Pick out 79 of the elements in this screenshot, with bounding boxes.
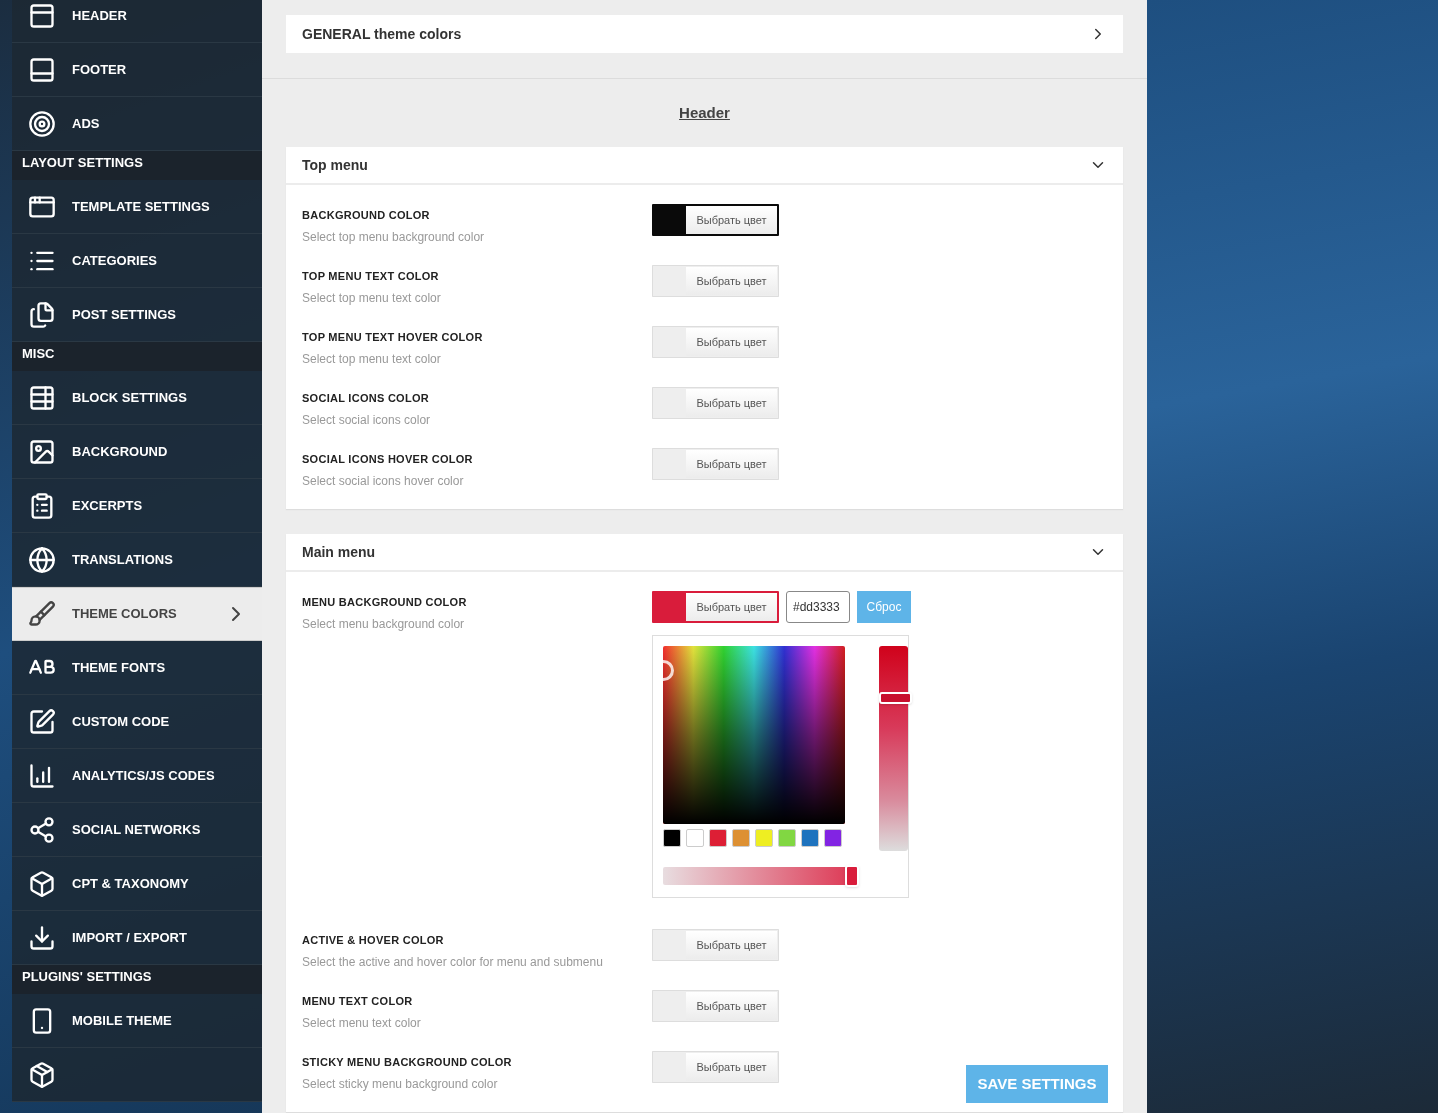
sidebar-section-header: LAYOUT SETTINGS	[12, 151, 262, 180]
palette-swatch[interactable]	[709, 829, 727, 848]
color-picker-button[interactable]: Выбрать цвет	[652, 204, 779, 236]
opacity-slider-thumb[interactable]	[845, 865, 859, 888]
sidebar-item[interactable]: IMPORT / EXPORT	[12, 911, 262, 965]
sidebar-item[interactable]: BLOCK SETTINGS	[12, 371, 262, 425]
setting-hint: Select menu text color	[302, 1014, 422, 1032]
palette-swatch[interactable]	[755, 829, 773, 848]
sidebar-item[interactable]: THEME FONTS	[12, 641, 262, 695]
hue-slider-thumb[interactable]	[879, 692, 912, 705]
sidebar-item[interactable]: CPT & TAXONOMY	[12, 857, 262, 911]
cube-icon	[28, 869, 56, 898]
setting-hint: Select social icons color	[302, 411, 432, 429]
sidebar-item[interactable]: THEME COLORS	[12, 587, 262, 641]
color-picker-button[interactable]: Выбрать цвет	[652, 1051, 779, 1083]
package-icon	[28, 1060, 56, 1089]
sidebar-section-header: MISC	[12, 342, 262, 371]
sidebar-item[interactable]: HEADER	[12, 0, 262, 43]
sidebar-item[interactable]: ADS	[12, 97, 262, 151]
globe-icon	[28, 545, 56, 574]
setting-hint: Select sticky menu background color	[302, 1075, 499, 1093]
palette-swatch[interactable]	[732, 829, 750, 848]
setting-hint: Select top menu text color	[302, 350, 442, 368]
setting-label: MENU TEXT COLOR	[302, 994, 414, 1009]
sidebar-item[interactable]: TEMPLATE SETTINGS	[12, 180, 262, 234]
setting-label: SOCIAL ICONS HOVER COLOR	[302, 452, 474, 467]
header-layout-icon	[28, 1, 56, 30]
table-icon	[28, 383, 56, 412]
color-picker-button[interactable]: Выбрать цвет	[652, 387, 779, 419]
setting-label: ACTIVE & HOVER COLOR	[302, 933, 445, 948]
setting-hint: Select the active and hover color for menu and submenu	[302, 953, 604, 971]
target-icon	[28, 109, 56, 138]
setting-hint: Select social icons hover color	[302, 472, 465, 490]
sidebar-section-header: PLUGINS' SETTINGS	[12, 965, 262, 994]
sidebar-item[interactable]: POST SETTINGS	[12, 288, 262, 342]
section-heading: Header	[679, 102, 730, 123]
sidebar-item[interactable]: MOBILE THEME	[12, 994, 262, 1048]
brush-icon	[28, 600, 56, 628]
palette-swatch[interactable]	[778, 829, 796, 848]
sidebar-item[interactable]: EXCERPTS	[12, 479, 262, 533]
panel-header[interactable]: Main menu	[286, 534, 1123, 572]
setting-hint: Select menu background color	[302, 615, 466, 633]
sidebar-item[interactable]: TRANSLATIONS	[12, 533, 262, 587]
chart-icon	[28, 761, 56, 790]
setting-label: STICKY MENU BACKGROUND COLOR	[302, 1055, 513, 1070]
setting-hint: Select top menu background color	[302, 228, 486, 246]
sidebar-item[interactable]: SOCIAL NETWORKS	[12, 803, 262, 857]
sidebar-item[interactable]: CATEGORIES	[12, 234, 262, 288]
color-picker-button[interactable]: Выбрать цвет	[652, 990, 779, 1022]
sidebar-item[interactable]: ANALYTICS/JS CODES	[12, 749, 262, 803]
setting-label: TOP MENU TEXT HOVER COLOR	[302, 330, 484, 345]
palette-swatch[interactable]	[801, 829, 819, 848]
setting-label: BACKGROUND COLOR	[302, 208, 431, 223]
sidebar-item[interactable]	[12, 1048, 262, 1102]
color-picker-button[interactable]: Выбрать цвет	[652, 591, 779, 623]
footer-layout-icon	[28, 55, 56, 84]
setting-label: MENU BACKGROUND COLOR	[302, 595, 468, 610]
image-icon	[28, 437, 56, 466]
share-icon	[28, 815, 56, 844]
color-picker-button[interactable]: Выбрать цвет	[652, 448, 779, 480]
color-picker-button[interactable]: Выбрать цвет	[652, 265, 779, 297]
panel-header[interactable]: Top menu	[286, 147, 1123, 185]
sidebar-item[interactable]: CUSTOM CODE	[12, 695, 262, 749]
opacity-slider[interactable]	[663, 865, 859, 887]
palette-swatch[interactable]	[686, 829, 704, 848]
setting-hint: Select top menu text color	[302, 289, 442, 307]
sidebar-item[interactable]: FOOTER	[12, 43, 262, 97]
palette-swatch[interactable]	[824, 829, 842, 848]
setting-label: TOP MENU TEXT COLOR	[302, 269, 440, 284]
documents-icon	[28, 300, 56, 329]
setting-label: SOCIAL ICONS COLOR	[302, 391, 430, 406]
general-panel-header[interactable]: GENERAL theme colors	[286, 15, 1123, 53]
color-picker-button[interactable]: Выбрать цвет	[652, 929, 779, 961]
color-picker-button[interactable]: Выбрать цвет	[652, 326, 779, 358]
download-icon	[28, 923, 56, 952]
sidebar-item[interactable]: BACKGROUND	[12, 425, 262, 479]
palette-swatch[interactable]	[663, 829, 681, 848]
hex-input[interactable]: #dd3333	[786, 591, 850, 623]
edit-icon	[28, 707, 56, 736]
